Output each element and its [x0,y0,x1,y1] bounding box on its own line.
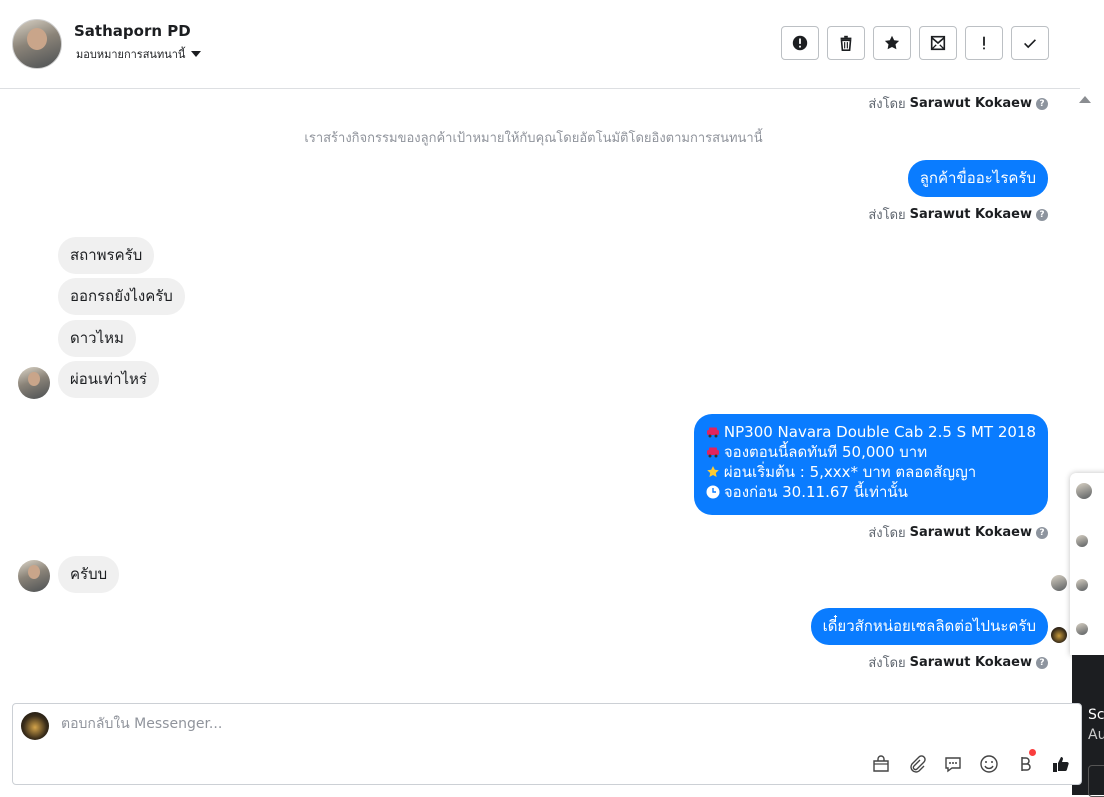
check-icon [1024,39,1036,49]
sender-name: Sarawut Kokaew [909,655,1032,670]
emoji-icon [980,755,998,773]
incoming-message: สถาพรครับ [58,237,155,274]
notification-dot [1029,749,1036,756]
star-emoji-icon [707,466,719,477]
sent-by-label: ส่งโดย Sarawut Kokaew ? [868,652,1048,673]
incoming-message: ผ่อนเท่าไหร่ [58,361,159,398]
reply-composer [12,703,1082,785]
car-icon [706,447,719,458]
scroll-up-arrow-icon[interactable] [1079,96,1091,103]
emoji-button[interactable] [977,752,1001,776]
help-icon[interactable]: ? [1036,526,1048,539]
seen-avatar [1051,575,1067,591]
preview-avatar [1076,623,1088,635]
incoming-message: ครับบ [58,556,120,593]
mark-unread-icon [930,35,946,51]
notification-title: Scr [1088,707,1104,723]
clock-icon [706,485,720,499]
mark-unread-button[interactable] [919,26,957,60]
caret-down-icon [191,51,202,57]
contact-avatar-small[interactable] [18,367,50,399]
conversation-header: Sathaporn PD มอบหมายการสนทนานี้ [0,0,1080,89]
contact-name[interactable]: Sathaporn PD [74,22,191,40]
mark-spam-button[interactable] [781,26,819,60]
outgoing-message: ลูกค้าขื่ออะไรครับ [907,160,1048,197]
sent-by-label: ส่งโดย Sarawut Kokaew ? [868,93,1048,114]
sent-by-label: ส่งโดย Sarawut Kokaew ? [868,204,1048,225]
conversation-toolbar [781,26,1049,60]
page-avatar [1051,627,1067,643]
contact-avatar[interactable] [12,19,62,69]
paperclip-icon [910,755,926,773]
sender-name: Sarawut Kokaew [909,207,1032,222]
sender-name: Sarawut Kokaew [909,525,1032,540]
car-icon [706,427,719,438]
assign-conversation-dropdown[interactable]: มอบหมายการสนทนานี้ [76,45,202,63]
delete-button[interactable] [827,26,865,60]
shop-button[interactable] [869,752,893,776]
composer-toolbar [869,749,1073,776]
payment-button[interactable] [1013,749,1037,776]
help-icon[interactable]: ? [1036,656,1048,669]
preview-avatar [1076,535,1088,547]
incoming-message: ดาวไหม [58,320,136,357]
mark-important-button[interactable] [965,26,1003,60]
like-button[interactable] [1049,752,1073,776]
attach-button[interactable] [905,752,929,776]
like-icon [1053,757,1069,772]
exclamation-icon [983,36,985,50]
alert-icon [792,35,808,51]
sent-by-label: ส่งโดย Sarawut Kokaew ? [868,522,1048,543]
payment-icon [1021,757,1031,771]
side-preview-panel[interactable] [1070,473,1104,655]
help-icon[interactable]: ? [1036,97,1048,110]
system-note: เราสร้างกิจกรรมของลูกค้าเป้าหมายให้กับคุ… [304,131,763,146]
star-icon [884,35,900,50]
incoming-message: ออกรถยังไงครับ [58,278,185,315]
shop-icon [873,755,889,772]
trash-icon [840,35,852,52]
assign-label: มอบหมายการสนทนานี้ [76,48,186,61]
notification-subtitle: Au [1088,727,1104,743]
help-icon[interactable]: ? [1036,208,1048,221]
saved-reply-button[interactable] [941,752,965,776]
notification-button[interactable] [1088,765,1104,797]
page-avatar [21,712,49,740]
contact-avatar-small[interactable] [18,560,50,592]
sender-name: Sarawut Kokaew [909,96,1032,111]
star-button[interactable] [873,26,911,60]
preview-avatar [1076,579,1088,591]
reply-input[interactable] [61,714,661,734]
mark-done-button[interactable] [1011,26,1049,60]
preview-avatar [1076,483,1092,499]
outgoing-message: เดี๋ยวสักหน่อยเซลลิดต่อไปนะครับ [810,608,1048,645]
promo-message: NP300 Navara Double Cab 2.5 S MT 2018 จอ… [693,414,1048,515]
saved-reply-icon [945,757,961,773]
